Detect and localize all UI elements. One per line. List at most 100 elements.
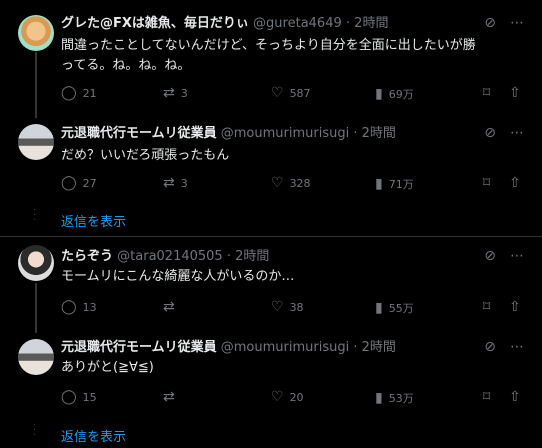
timestamp[interactable]: 2時間 bbox=[362, 126, 396, 141]
author-name[interactable]: 元退職代行モームリ従業員 bbox=[61, 340, 217, 355]
grok-icon[interactable]: ⊘ bbox=[484, 125, 496, 141]
retweet-icon: ⇄ bbox=[163, 299, 175, 315]
retweet-button[interactable]: ⇄ 3 bbox=[163, 86, 188, 100]
share-button[interactable]: ⇧ bbox=[509, 300, 521, 314]
more-icon[interactable]: ⋯ bbox=[510, 125, 524, 141]
views-count: 53万 bbox=[388, 392, 414, 405]
grok-icon[interactable]: ⊘ bbox=[484, 248, 496, 264]
tweet-top-actions: ⊘ ⋯ bbox=[484, 15, 524, 31]
reply-button[interactable]: ◯ 21 bbox=[61, 86, 97, 100]
author-handle[interactable]: @tara02140505 bbox=[117, 249, 223, 264]
reply-button[interactable]: ◯ 15 bbox=[61, 390, 97, 404]
separator: · bbox=[226, 249, 231, 264]
author-handle[interactable]: @gureta4649 bbox=[253, 16, 342, 31]
author-name[interactable]: 元退職代行モームリ従業員 bbox=[61, 126, 217, 141]
heart-icon: ♡ bbox=[271, 85, 284, 101]
views-icon: ▮ bbox=[375, 86, 383, 102]
more-icon[interactable]: ⋯ bbox=[510, 248, 524, 264]
timestamp[interactable]: 2時間 bbox=[235, 249, 269, 264]
like-button[interactable]: ♡ 20 bbox=[271, 390, 304, 404]
retweet-icon: ⇄ bbox=[163, 389, 175, 405]
bookmark-button[interactable]: ⌑ bbox=[483, 390, 490, 404]
share-icon: ⇧ bbox=[509, 175, 521, 191]
views-button[interactable]: ▮ 71万 bbox=[375, 176, 414, 192]
reply-count: 27 bbox=[82, 176, 97, 190]
reply-count: 15 bbox=[82, 390, 97, 404]
like-count: 20 bbox=[289, 390, 304, 404]
grok-icon[interactable]: ⊘ bbox=[484, 15, 496, 31]
tweet-text: だめ？いいだろ頑張ったもん bbox=[61, 148, 230, 163]
retweet-icon: ⇄ bbox=[163, 175, 175, 191]
heart-icon: ♡ bbox=[271, 299, 284, 315]
reply-icon: ◯ bbox=[61, 389, 77, 405]
reply-button[interactable]: ◯ 27 bbox=[61, 176, 97, 190]
views-icon: ▮ bbox=[375, 390, 383, 406]
like-button[interactable]: ♡ 587 bbox=[271, 86, 311, 100]
divider bbox=[0, 236, 542, 237]
like-button[interactable]: ♡ 38 bbox=[271, 300, 304, 314]
reply-icon: ◯ bbox=[61, 175, 77, 191]
retweet-button[interactable]: ⇄ 3 bbox=[163, 176, 188, 190]
author-name[interactable]: たらぞう bbox=[61, 249, 113, 264]
bookmark-icon: ⌑ bbox=[483, 389, 491, 405]
retweet-count: 3 bbox=[180, 86, 188, 100]
views-count: 69万 bbox=[388, 88, 414, 101]
share-icon: ⇧ bbox=[509, 389, 521, 405]
like-button[interactable]: ♡ 328 bbox=[271, 176, 311, 190]
share-button[interactable]: ⇧ bbox=[509, 86, 521, 100]
retweet-icon: ⇄ bbox=[163, 85, 175, 101]
avatar[interactable] bbox=[18, 15, 54, 51]
separator: · bbox=[353, 126, 358, 141]
more-icon[interactable]: ⋯ bbox=[510, 339, 524, 355]
views-count: 55万 bbox=[388, 302, 414, 315]
share-icon: ⇧ bbox=[509, 299, 521, 315]
share-button[interactable]: ⇧ bbox=[509, 176, 521, 190]
tweet-top-actions: ⊘ ⋯ bbox=[484, 248, 524, 264]
grok-icon[interactable]: ⊘ bbox=[484, 339, 496, 355]
bookmark-button[interactable]: ⌑ bbox=[483, 86, 490, 100]
views-button[interactable]: ▮ 55万 bbox=[375, 300, 414, 316]
bookmark-button[interactable]: ⌑ bbox=[483, 176, 490, 190]
bookmark-button[interactable]: ⌑ bbox=[483, 300, 490, 314]
reply-icon: ◯ bbox=[61, 85, 77, 101]
views-count: 71万 bbox=[388, 178, 414, 191]
action-bar: ◯ 15 ⇄ ♡ 20 ▮ 53万 ⌑ ⇧ bbox=[61, 390, 524, 408]
timestamp[interactable]: 2時間 bbox=[362, 340, 396, 355]
author-name[interactable]: グレた@FXは雑魚、毎日だりぃ bbox=[61, 16, 249, 31]
thread-connector-line bbox=[35, 52, 37, 118]
thread-dots: · · · bbox=[33, 420, 37, 441]
avatar[interactable] bbox=[18, 124, 54, 160]
reply-button[interactable]: ◯ 13 bbox=[61, 300, 97, 314]
views-icon: ▮ bbox=[375, 300, 383, 316]
show-replies-link[interactable]: 返信を表示 bbox=[61, 211, 126, 230]
tweet-header: 元退職代行モームリ従業員 @moumurimurisugi · 2時間 bbox=[61, 340, 396, 356]
more-icon[interactable]: ⋯ bbox=[510, 15, 524, 31]
separator: · bbox=[345, 16, 351, 31]
author-handle[interactable]: @moumurimurisugi bbox=[221, 126, 349, 141]
share-icon: ⇧ bbox=[509, 85, 521, 101]
bookmark-icon: ⌑ bbox=[483, 85, 491, 101]
like-count: 328 bbox=[289, 176, 311, 190]
author-handle[interactable]: @moumurimurisugi bbox=[221, 340, 349, 355]
avatar[interactable] bbox=[18, 245, 54, 281]
share-button[interactable]: ⇧ bbox=[509, 390, 521, 404]
reply-count: 13 bbox=[82, 300, 97, 314]
heart-icon: ♡ bbox=[271, 389, 284, 405]
views-button[interactable]: ▮ 53万 bbox=[375, 390, 414, 406]
thread-dots: · · · bbox=[33, 205, 37, 226]
separator: · bbox=[353, 340, 358, 355]
show-replies-link[interactable]: 返信を表示 bbox=[61, 426, 126, 445]
retweet-button[interactable]: ⇄ bbox=[163, 390, 181, 404]
tweet-text: 間違ったことしてないんだけど、そっちより自分を全面に出したいが勝ってる。ね。ね。… bbox=[61, 38, 476, 73]
action-bar: ◯ 27 ⇄ 3 ♡ 328 ▮ 71万 ⌑ ⇧ bbox=[61, 176, 524, 194]
views-button[interactable]: ▮ 69万 bbox=[375, 86, 414, 102]
action-bar: ◯ 21 ⇄ 3 ♡ 587 ▮ 69万 ⌑ ⇧ bbox=[61, 86, 524, 104]
action-bar: ◯ 13 ⇄ ♡ 38 ▮ 55万 ⌑ ⇧ bbox=[61, 300, 524, 318]
avatar[interactable] bbox=[18, 339, 54, 375]
tweet-header: グレた@FXは雑魚、毎日だりぃ @gureta4649 · 2時間 bbox=[61, 16, 388, 32]
retweet-button[interactable]: ⇄ bbox=[163, 300, 181, 314]
tweet-top-actions: ⊘ ⋯ bbox=[484, 339, 524, 355]
views-icon: ▮ bbox=[375, 176, 383, 192]
like-count: 38 bbox=[289, 300, 304, 314]
timestamp[interactable]: 2時間 bbox=[354, 16, 388, 31]
